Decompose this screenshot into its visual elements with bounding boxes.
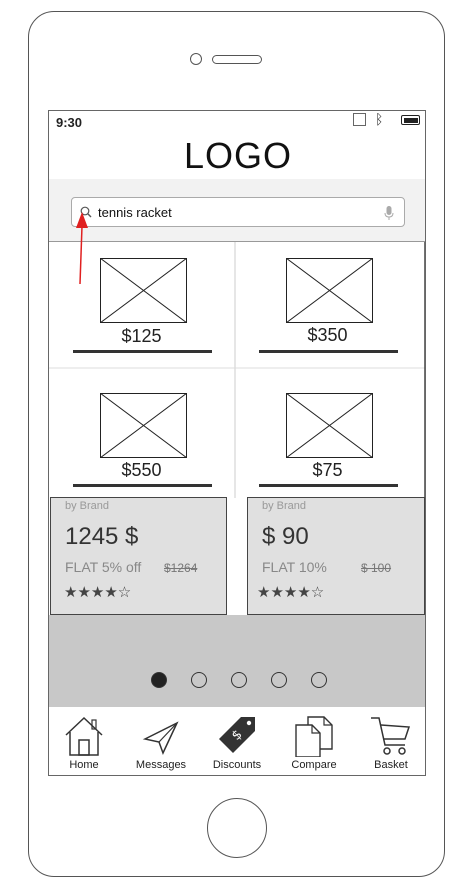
deal-card[interactable]: by Brand $ 90 FLAT 10% $ 100 ★★★★☆ xyxy=(247,497,425,615)
product-grid: $125 $350 $550 $75 xyxy=(49,241,425,498)
product-price: $350 xyxy=(307,325,348,345)
app-logo: LOGO xyxy=(183,135,293,176)
product-card[interactable]: $125 xyxy=(49,242,234,367)
rating-stars: ★★★★☆ xyxy=(64,584,132,601)
deal-brand: by Brand xyxy=(262,500,307,512)
bluetooth-icon: ᛒ xyxy=(375,111,384,127)
nav-label: Basket xyxy=(374,759,408,771)
speaker-grille xyxy=(212,55,262,64)
nav-basket[interactable]: Basket xyxy=(353,707,425,775)
microphone-icon[interactable] xyxy=(384,205,394,221)
carousel-area xyxy=(49,615,425,707)
bottom-nav: Home Messages $ Discounts Compare Basket xyxy=(49,707,425,775)
documents-icon xyxy=(295,716,333,757)
nav-label: Messages xyxy=(135,759,187,771)
nav-compare[interactable]: Compare xyxy=(276,707,352,775)
product-card[interactable]: $350 xyxy=(235,242,420,367)
deal-brand: by Brand xyxy=(65,500,110,512)
deal-old-price: $ 100 xyxy=(361,561,392,575)
deal-price: 1245 $ xyxy=(65,523,139,550)
nav-home[interactable]: Home xyxy=(49,707,122,775)
status-time: 9:30 xyxy=(56,115,83,130)
search-icon xyxy=(80,206,92,218)
image-placeholder-icon xyxy=(100,258,187,323)
carousel-dot[interactable] xyxy=(191,672,207,688)
camera-icon xyxy=(190,53,202,65)
product-underline xyxy=(259,350,398,353)
product-underline xyxy=(73,484,212,487)
notification-square-icon xyxy=(353,113,366,126)
deal-discount: FLAT 5% off xyxy=(65,559,142,575)
product-card[interactable]: $550 xyxy=(49,368,234,493)
product-underline xyxy=(259,484,398,487)
deal-discount: FLAT 10% xyxy=(262,559,327,575)
nav-discounts[interactable]: $ Discounts xyxy=(199,707,275,775)
send-icon xyxy=(142,721,179,755)
deal-old-price: $1264 xyxy=(164,561,198,575)
image-placeholder-icon xyxy=(286,393,373,458)
home-icon xyxy=(65,716,103,756)
nav-label: Discounts xyxy=(212,759,262,771)
carousel-dot[interactable] xyxy=(271,672,287,688)
carousel-dot[interactable] xyxy=(231,672,247,688)
image-placeholder-icon xyxy=(100,393,187,458)
price-tag-icon: $ xyxy=(219,717,255,753)
search-query: tennis racket xyxy=(98,205,172,220)
nav-label: Compare xyxy=(291,759,337,771)
product-price: $75 xyxy=(312,460,343,480)
deal-price: $ 90 xyxy=(262,523,309,550)
carousel-dot[interactable] xyxy=(311,672,327,688)
battery-icon xyxy=(401,115,420,125)
product-underline xyxy=(73,350,212,353)
image-placeholder-icon xyxy=(286,258,373,323)
nav-messages[interactable]: Messages xyxy=(123,707,199,775)
home-hardware-button[interactable] xyxy=(207,798,267,858)
product-price: $125 xyxy=(121,326,162,346)
cart-icon xyxy=(371,717,411,755)
search-input[interactable]: tennis racket xyxy=(71,197,405,227)
carousel-dot[interactable] xyxy=(151,672,167,688)
product-price: $550 xyxy=(121,460,162,480)
deal-card[interactable]: by Brand 1245 $ FLAT 5% off $1264 ★★★★☆ xyxy=(50,497,227,615)
rating-stars: ★★★★☆ xyxy=(257,584,325,601)
app-screen: 9:30 ᛒ LOGO tennis racket $125 $350 $550… xyxy=(48,110,426,776)
nav-label: Home xyxy=(69,759,99,771)
product-card[interactable]: $75 xyxy=(235,368,420,493)
